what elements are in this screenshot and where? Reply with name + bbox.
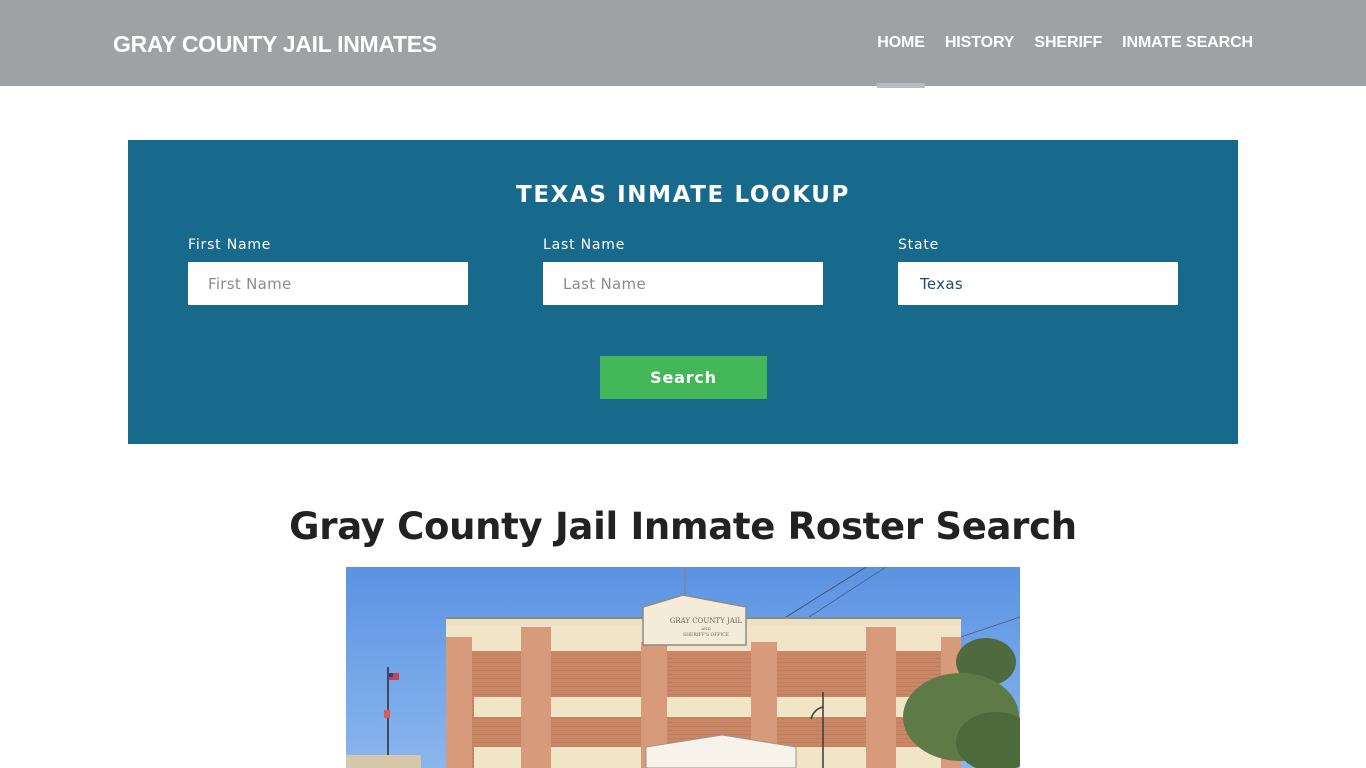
site-brand-link[interactable]: GRAY COUNTY JAIL INMATES (113, 31, 437, 58)
main-nav: HOME HISTORY SHERIFF INMATE SEARCH (877, 34, 1253, 88)
building-sign-line3: SHERIFF'S OFFICE (683, 632, 729, 638)
first-name-label: First Name (188, 237, 272, 253)
last-name-label: Last Name (543, 237, 626, 253)
building-sign-line1: GRAY COUNTY JAIL (670, 617, 743, 625)
state-label: State (898, 237, 940, 253)
nav-sheriff[interactable]: SHERIFF (1034, 34, 1102, 52)
lookup-title: TEXAS INMATE LOOKUP (516, 182, 850, 208)
search-button[interactable]: Search (600, 356, 767, 399)
building-sign-line2: AND (700, 626, 711, 631)
page-title: Gray County Jail Inmate Roster Search (289, 505, 1077, 548)
first-name-input[interactable] (188, 262, 468, 305)
first-name-group: First Name (188, 237, 468, 305)
jail-building-illustration: GRAY COUNTY JAIL AND SHERIFF'S OFFICE (346, 567, 1020, 768)
state-group: State (898, 237, 1178, 305)
nav-home[interactable]: HOME (877, 34, 925, 88)
last-name-group: Last Name (543, 237, 823, 305)
jail-building-photo: GRAY COUNTY JAIL AND SHERIFF'S OFFICE (346, 567, 1020, 768)
state-input[interactable] (898, 262, 1178, 305)
navbar: GRAY COUNTY JAIL INMATES HOME HISTORY SH… (0, 0, 1366, 88)
last-name-input[interactable] (543, 262, 823, 305)
nav-history[interactable]: HISTORY (945, 34, 1015, 52)
nav-inmate-search[interactable]: INMATE SEARCH (1122, 34, 1253, 52)
building: GRAY COUNTY JAIL AND SHERIFF'S OFFICE (446, 594, 961, 768)
inmate-lookup-panel: TEXAS INMATE LOOKUP First Name Last Name… (128, 140, 1238, 444)
